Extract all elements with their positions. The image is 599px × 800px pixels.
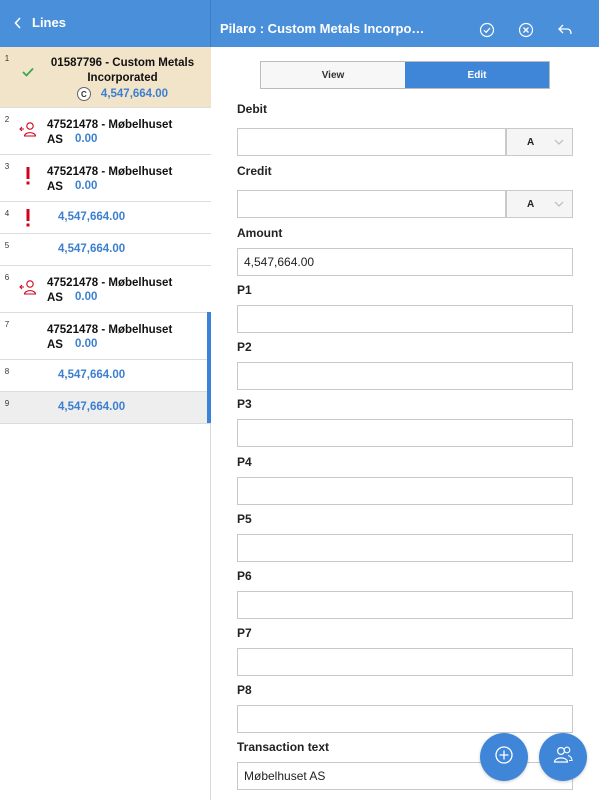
- p4-input[interactable]: [237, 477, 573, 505]
- undo-arrow-icon[interactable]: [556, 21, 574, 39]
- row-amount: 4,547,664.00: [58, 401, 126, 413]
- debit-select-value: A: [527, 136, 535, 148]
- transaction-text-label: Transaction text: [237, 740, 330, 754]
- row-amount: 0.00: [74, 133, 98, 145]
- detail-form: View Edit Debit A Credit A Amount 4,547,…: [212, 47, 599, 800]
- p7-label: P7: [237, 626, 252, 640]
- p2-input[interactable]: [237, 362, 573, 390]
- p6-input[interactable]: [237, 591, 573, 619]
- check-icon: [17, 67, 39, 77]
- row-title: 47521478 - Møbelhuset: [47, 277, 173, 289]
- row-amount: 4,547,664.00: [100, 88, 169, 100]
- credit-select-value: A: [527, 198, 535, 210]
- row-amount: 0.00: [74, 180, 98, 192]
- lines-list: 1 01587796 - Custom Metals Incorporated …: [0, 47, 211, 800]
- debit-select[interactable]: A: [506, 128, 573, 156]
- row-number: 5: [4, 241, 10, 250]
- row-title: 47521478 - Møbelhuset: [47, 166, 173, 178]
- list-item[interactable]: 6 47521478 - Møbelhuset AS 0.00: [0, 266, 211, 313]
- row-number: 4: [4, 209, 10, 218]
- p3-label: P3: [237, 397, 252, 411]
- p5-input[interactable]: [237, 534, 573, 562]
- row-title-2: AS: [47, 292, 63, 304]
- row-title-2: AS: [47, 339, 63, 351]
- row-amount: 4,547,664.00: [58, 243, 126, 255]
- selection-indicator: [207, 312, 211, 423]
- list-item[interactable]: 2 47521478 - Møbelhuset AS 0.00: [0, 108, 211, 155]
- p7-input[interactable]: [237, 648, 573, 676]
- page-title: Pilaro : Custom Metals Incorpo…: [220, 21, 425, 36]
- list-item[interactable]: 8 4,547,664.00: [0, 360, 211, 392]
- person-arrow-icon: [17, 120, 39, 138]
- row-number: 3: [4, 162, 10, 171]
- person-arrow-icon: [17, 278, 39, 296]
- p3-input[interactable]: [237, 419, 573, 447]
- row-amount: 4,547,664.00: [58, 369, 126, 381]
- exclamation-icon: [17, 208, 39, 228]
- add-button[interactable]: [480, 733, 528, 781]
- list-item[interactable]: 9 4,547,664.00: [0, 392, 211, 424]
- list-item[interactable]: 7 47521478 - Møbelhuset AS 0.00: [0, 313, 211, 360]
- p2-label: P2: [237, 340, 252, 354]
- check-circle-icon[interactable]: [478, 21, 496, 39]
- p8-label: P8: [237, 683, 252, 697]
- cancel-circle-icon[interactable]: [517, 21, 535, 39]
- back-chevron-icon[interactable]: [11, 15, 25, 31]
- list-item[interactable]: 3 47521478 - Møbelhuset AS 0.00: [0, 155, 211, 202]
- row-amount: 0.00: [74, 338, 98, 350]
- p4-label: P4: [237, 455, 252, 469]
- p1-label: P1: [237, 283, 252, 297]
- row-title-2: Incorporated: [87, 72, 158, 84]
- row-number: 9: [4, 399, 10, 408]
- row-title: 47521478 - Møbelhuset: [47, 324, 173, 336]
- row-number: 6: [4, 273, 10, 282]
- sidebar-header: Lines: [0, 0, 211, 47]
- people-icon: [552, 745, 574, 770]
- people-button[interactable]: [539, 733, 587, 781]
- debit-label: Debit: [237, 102, 267, 116]
- list-item[interactable]: 5 4,547,664.00: [0, 234, 211, 266]
- credit-input[interactable]: [237, 190, 506, 218]
- amount-input[interactable]: 4,547,664.00: [237, 248, 573, 276]
- p8-input[interactable]: [237, 705, 573, 733]
- row-title: 01587796 - Custom Metals: [50, 57, 195, 69]
- row-title-2: AS: [47, 134, 63, 146]
- row-number: 1: [4, 54, 10, 63]
- lines-title: Lines: [32, 15, 66, 30]
- amount-label: Amount: [237, 226, 283, 240]
- row-number: 8: [4, 367, 10, 376]
- p6-label: P6: [237, 569, 252, 583]
- row-number: 7: [4, 320, 10, 329]
- exclamation-icon: [17, 166, 39, 186]
- row-amount: 4,547,664.00: [58, 211, 126, 223]
- chevron-down-icon: [554, 200, 564, 211]
- view-tab[interactable]: View: [261, 62, 405, 88]
- currency-badge: C: [76, 87, 91, 101]
- debit-input[interactable]: [237, 128, 506, 156]
- row-title-2: AS: [47, 181, 63, 193]
- list-item[interactable]: 4 4,547,664.00: [0, 202, 211, 234]
- p1-input[interactable]: [237, 305, 573, 333]
- row-amount: 0.00: [74, 291, 98, 303]
- header-bar: Lines Pilaro : Custom Metals Incorpo…: [0, 0, 599, 47]
- p5-label: P5: [237, 512, 252, 526]
- row-title: 47521478 - Møbelhuset: [47, 119, 173, 131]
- list-item[interactable]: 1 01587796 - Custom Metals Incorporated …: [0, 47, 211, 108]
- chevron-down-icon: [554, 138, 564, 149]
- row-number: 2: [4, 115, 10, 124]
- view-edit-toggle: View Edit: [260, 61, 550, 89]
- edit-tab[interactable]: Edit: [405, 62, 549, 88]
- plus-circle-icon: [494, 745, 514, 770]
- credit-select[interactable]: A: [506, 190, 573, 218]
- credit-label: Credit: [237, 164, 272, 178]
